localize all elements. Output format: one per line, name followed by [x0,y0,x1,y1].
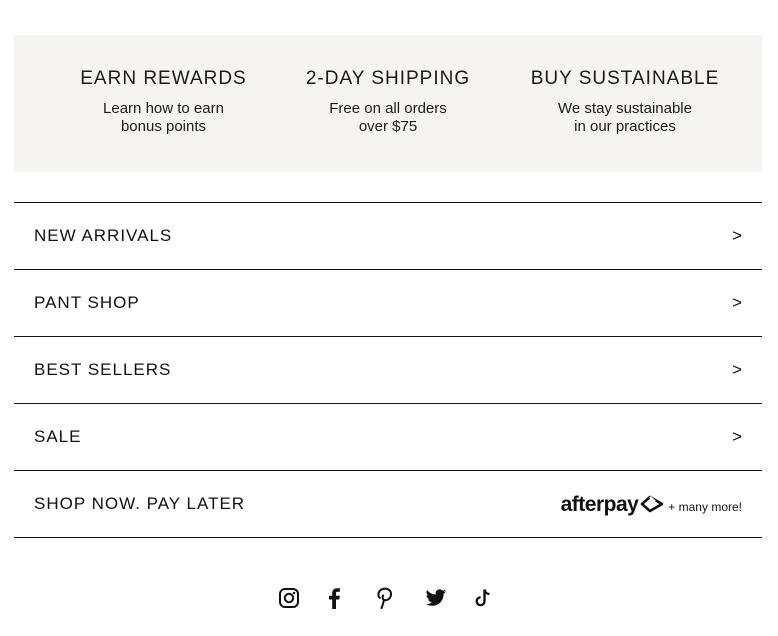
benefit-desc-line: over $75 [358,118,418,135]
benefit-desc-line: in our practices [574,118,676,135]
nav-item-label: NEW ARRIVALS [34,226,173,245]
nav-item-pant-shop[interactable]: PANT SHOP > [14,270,762,337]
benefit-sustainable[interactable]: BUY SUSTAINABLE We stay sustainable in o… [522,68,728,136]
benefit-desc-line: We stay sustainable [558,100,692,117]
chevron-right-icon: > [732,427,742,446]
benefit-earn-rewards[interactable]: EARN REWARDS Learn how to earn bonus poi… [76,68,251,136]
afterpay-badge: afterpay + many more! [561,491,742,517]
nav-item-best-sellers[interactable]: BEST SELLERS > [14,337,762,404]
footer-nav: NEW ARRIVALS > PANT SHOP > BEST SELLERS … [14,202,762,538]
nav-item-sale[interactable]: SALE > [14,404,762,471]
pinterest-icon[interactable] [376,585,425,611]
benefit-description: Learn how to earn bonus points [76,100,251,136]
nav-item-label: SHOP NOW. PAY LATER [34,494,246,513]
nav-item-label: BEST SELLERS [34,360,172,379]
benefit-desc-line: Free on all orders [329,100,447,117]
afterpay-more-text: + many more! [668,500,742,514]
nav-item-label: SALE [34,427,82,446]
benefit-title: BUY SUSTAINABLE [530,68,720,89]
facebook-icon[interactable] [327,585,376,611]
benefit-desc-line: bonus points [120,118,207,135]
chevron-right-icon: > [732,293,742,312]
nav-item-shop-now-pay-later[interactable]: SHOP NOW. PAY LATER afterpay + many more… [14,471,762,538]
afterpay-arrows-icon [640,495,664,513]
benefit-title: 2-DAY SHIPPING [305,68,471,89]
benefit-shipping[interactable]: 2-DAY SHIPPING Free on all orders over $… [297,68,479,136]
chevron-right-icon: > [732,226,742,245]
social-links [278,585,523,611]
benefits-banner: EARN REWARDS Learn how to earn bonus poi… [14,35,762,172]
benefit-title: EARN REWARDS [80,68,247,89]
twitter-icon[interactable] [425,585,474,611]
benefit-description: We stay sustainable in our practices [522,100,728,136]
instagram-icon[interactable] [278,585,327,611]
benefit-desc-line: Learn how to earn [103,100,224,117]
afterpay-logo: afterpay [560,493,639,516]
chevron-right-icon: > [732,360,742,379]
nav-item-new-arrivals[interactable]: NEW ARRIVALS > [14,203,762,270]
nav-item-label: PANT SHOP [34,293,140,312]
benefit-description: Free on all orders over $75 [297,100,479,136]
tiktok-icon[interactable] [474,585,523,611]
